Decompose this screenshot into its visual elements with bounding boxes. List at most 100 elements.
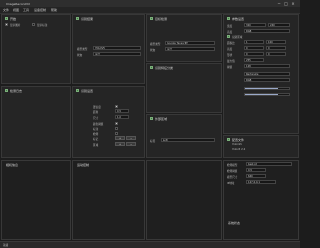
mark-button[interactable]: + <box>115 136 125 140</box>
panel-header: 外部区域 <box>155 117 168 121</box>
panel-icon <box>5 17 8 20</box>
height-label: 高度 <box>227 31 233 34</box>
height-field[interactable]: 240 <box>268 23 290 27</box>
model-type-label: 模型类型 <box>150 43 161 46</box>
confidence-label: 置信度 <box>93 106 101 109</box>
det-model-field[interactable]: best.pt <box>246 162 292 166</box>
panel-result: 识别结果 模型类型 YOLOV5 状态 运行 <box>72 14 145 84</box>
panel-header: 检测日志 <box>10 89 23 93</box>
tag-field[interactable]: 标签 <box>161 138 215 142</box>
panel-header: 相机信息 <box>6 163 19 167</box>
ratio-field-2[interactable]: 100 <box>266 40 286 44</box>
show-label-checkbox[interactable] <box>32 23 35 26</box>
bright-label: 亮度 <box>227 48 233 51</box>
region-button-2[interactable]: − <box>126 142 136 146</box>
run-field[interactable]: 运行 <box>165 47 215 51</box>
extra-field[interactable]: Rectangle <box>244 72 290 76</box>
menu-bar: 文件 视图 工具 设备控制 帮助 <box>0 7 300 14</box>
menu-view[interactable]: 视图 <box>13 8 19 12</box>
max-field[interactable]: 255 <box>244 58 264 62</box>
panel-detection: 目标检测 模型类型 Google TensorRT 状态 运行 <box>146 14 222 62</box>
shape-field[interactable]: 0 <box>244 52 264 56</box>
panel-blank <box>146 160 222 240</box>
size-label: 尺寸 <box>93 117 99 120</box>
tag-label: 标签 <box>150 140 156 143</box>
level-bar-2-fill <box>245 94 278 95</box>
panel-header: 开始 <box>10 17 17 21</box>
show-image-checkbox[interactable] <box>5 23 8 26</box>
app-window: ImageReconCtrl − □ × 文件 视图 工具 设备控制 帮助 开始… <box>0 0 300 248</box>
panel-params: 参数设置 宽度 320 240 高度 RGB 识别区域 面积比 1 100 亮度… <box>223 14 299 134</box>
status-field[interactable]: 运行 <box>93 52 141 56</box>
panel-feature: 识别特征分类 <box>146 63 222 113</box>
model-type-field[interactable]: Google TensorRT <box>165 41 215 45</box>
status-text: 就绪 <box>3 244 9 247</box>
menu-tools[interactable]: 工具 <box>23 8 29 12</box>
shape-label: 形状 <box>227 54 233 57</box>
region-button[interactable]: + <box>115 142 125 146</box>
panel-log: 检测日志 <box>1 86 71 158</box>
model-field[interactable]: YOLOV5 <box>93 46 141 50</box>
threshold-field[interactable]: 128 <box>244 64 290 68</box>
max-label: 最大值 <box>227 60 235 63</box>
size-field[interactable]: 1.0 <box>115 115 129 119</box>
minimize-icon[interactable]: − <box>276 1 282 6</box>
level-bar-2[interactable] <box>244 93 290 96</box>
panel-header: 配置文件 <box>232 138 245 142</box>
panel-system: 检测模型 best.pt 检测阈值 0.5 模型尺寸 640 IP地址 127.… <box>223 160 299 240</box>
mark-button-2[interactable]: − <box>126 136 136 140</box>
panel-icon <box>150 17 153 20</box>
panel-icon <box>76 89 79 92</box>
panel-motion: 运动控制 <box>72 160 145 240</box>
status-label: 状态 <box>77 54 83 57</box>
panel-settings: 识别设置 置信度 距离 0.5 尺寸 1.0 颜色阈值 标注 检测 标记 + −… <box>72 86 145 158</box>
width-field[interactable]: 320 <box>244 23 266 27</box>
level-bar-fill <box>245 88 278 89</box>
menu-help[interactable]: 帮助 <box>51 8 57 12</box>
det-threshold-field[interactable]: 0.5 <box>246 168 266 172</box>
ratio-field[interactable]: 1 <box>244 40 264 44</box>
color-checkbox[interactable] <box>115 122 118 125</box>
confidence-checkbox[interactable] <box>115 105 118 108</box>
ratio-label: 面积比 <box>227 42 235 45</box>
panel-header: 识别特征分类 <box>155 66 174 70</box>
panel-external: 外部区域 标签 标签 <box>146 114 222 158</box>
panel-header: 识别结果 <box>81 17 94 21</box>
bright-field-2[interactable]: 0 <box>266 46 286 50</box>
panel-camera: 相机信息 <box>1 160 71 240</box>
panel-header: 参数设置 <box>232 17 245 21</box>
panel-header: 系统状态 <box>228 221 241 225</box>
annot-checkbox[interactable] <box>115 127 118 130</box>
panel-header: 目标检测 <box>155 17 168 21</box>
level-bar[interactable] <box>244 87 290 90</box>
region-title: 识别区域 <box>232 36 243 39</box>
detect-checkbox[interactable] <box>115 132 118 135</box>
panel-icon <box>227 138 230 141</box>
close-icon[interactable]: × <box>290 1 296 6</box>
window-title: ImageReconCtrl <box>6 1 30 6</box>
shape-field-2[interactable]: 0 <box>266 52 286 56</box>
annot-label: 标注 <box>93 128 99 131</box>
panel-config: 配置文件 Yoloinfo Yolov5 2.2 <box>223 135 299 158</box>
menu-file[interactable]: 文件 <box>3 8 9 12</box>
sub-panel-icon <box>227 35 230 38</box>
extra-field-2[interactable]: RGB <box>244 78 290 82</box>
threshold-label: 阈值 <box>227 66 233 69</box>
ip-field[interactable]: 127.0.0.1 <box>246 180 276 184</box>
panel-start: 开始 显示图片 显示标注 <box>1 14 71 84</box>
maximize-icon[interactable]: □ <box>283 1 289 6</box>
bright-field[interactable]: 0 <box>244 46 264 50</box>
height-select[interactable]: RGB <box>244 29 290 33</box>
ip-label: IP地址 <box>227 182 235 185</box>
det-model-label: 检测模型 <box>227 164 238 167</box>
panel-icon <box>150 117 153 120</box>
det-threshold-label: 检测阈值 <box>227 170 238 173</box>
distance-field[interactable]: 0.5 <box>115 109 129 113</box>
color-label: 颜色阈值 <box>93 123 104 126</box>
panel-header: 识别设置 <box>81 89 94 93</box>
model-size-label: 模型尺寸 <box>227 176 238 179</box>
detect-label: 检测 <box>93 133 99 136</box>
model-size-field[interactable]: 640 <box>246 174 266 178</box>
menu-device[interactable]: 设备控制 <box>34 8 46 12</box>
panel-icon <box>5 89 8 92</box>
